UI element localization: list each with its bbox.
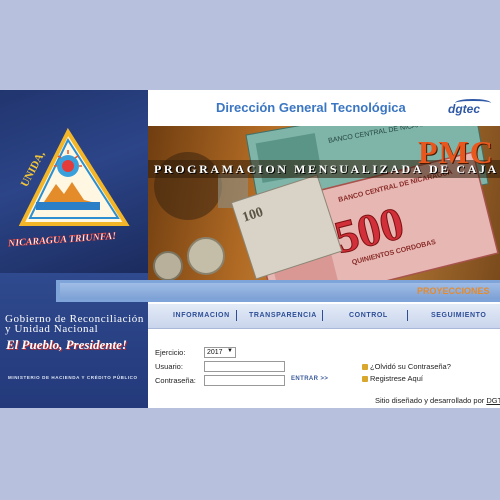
site-header: Dirección General Tecnológica dgtec <box>148 90 500 126</box>
footer-credit: Sitio diseñado y desarrollado por DGTEC <box>375 396 500 405</box>
forgot-password-label: ¿Olvidó su Contraseña? <box>370 362 451 371</box>
key-icon <box>362 364 368 371</box>
nav-separator <box>407 310 408 321</box>
register-label: Registrese Aquí <box>370 374 423 383</box>
year-select[interactable]: 2017 ▼ <box>204 347 236 358</box>
ministry-name: MINISTERIO DE HACIENDA Y CRÉDITO PÚBLICO <box>8 375 138 380</box>
page-title: Dirección General Tecnológica <box>216 100 406 115</box>
nav-item-transparencia[interactable]: TRANSPARENCIA <box>249 312 317 319</box>
triangle-logo: UNIDA, NICARAGUA TRIUNFA! <box>7 127 130 250</box>
government-name-line2: y Unidad Nacional <box>5 323 99 335</box>
password-input[interactable] <box>204 375 285 386</box>
username-input[interactable] <box>204 361 285 372</box>
password-label: Contraseña: <box>155 376 196 385</box>
register-link[interactable]: Registrese Aquí <box>362 374 423 383</box>
year-select-value: 2017 <box>207 349 223 356</box>
pmc-acronym: PMC <box>418 134 494 170</box>
projections-link[interactable]: PROYECCIONES <box>417 286 490 296</box>
user-label: Usuario: <box>155 362 183 371</box>
year-label: Ejercicio: <box>155 348 186 357</box>
nav-separator <box>322 310 323 321</box>
nav-item-control[interactable]: CONTROL <box>349 312 388 319</box>
submit-button[interactable]: ENTRAR >> <box>291 376 328 382</box>
nav-item-informacion[interactable]: INFORMACION <box>173 312 230 319</box>
pmc-banner: BANCO CENTRAL DE NICARAGUA BANCO CENTRAL… <box>148 126 500 280</box>
key-icon <box>362 376 368 383</box>
slogan-text: El Pueblo, Presidente! <box>6 337 127 352</box>
chevron-down-icon: ▼ <box>227 348 233 354</box>
logo-bottom-text: NICARAGUA TRIUNFA! <box>7 231 117 250</box>
footer-link[interactable]: DGTEC <box>486 396 500 405</box>
nav-item-seguimiento[interactable]: SEGUIMIENTO <box>431 312 486 319</box>
footer-text: Sitio diseñado y desarrollado por <box>375 396 487 405</box>
page-container: UNIDA, NICARAGUA TRIUNFA! Gobierno de Re… <box>0 90 500 408</box>
nav-separator <box>236 310 237 321</box>
main-nav: INFORMACION TRANSPARENCIA CONTROL SEGUIM… <box>148 304 500 329</box>
brand-logo[interactable]: dgtec <box>448 102 480 116</box>
forgot-password-link[interactable]: ¿Olvidó su Contraseña? <box>362 362 451 371</box>
